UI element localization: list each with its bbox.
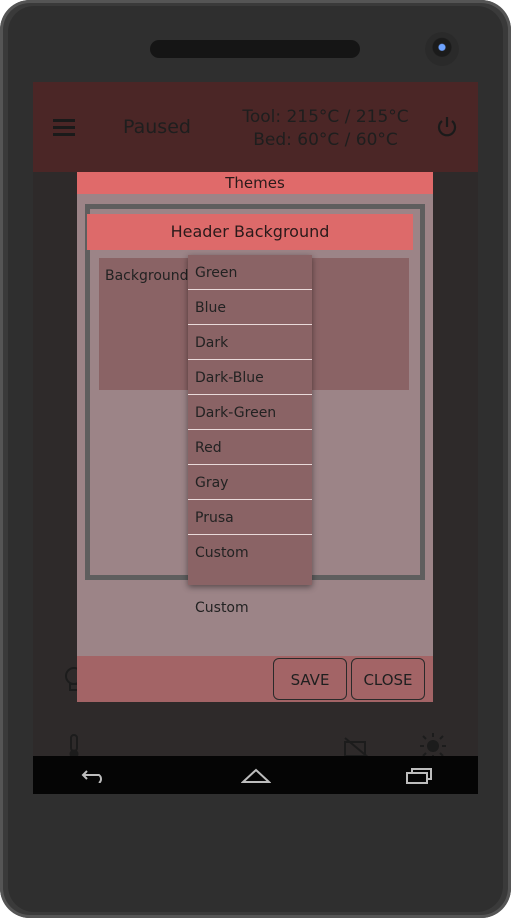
bed-temp: Bed: 60°C / 60°C bbox=[253, 130, 398, 150]
phone-frame: Paused Tool: 215°C / 215°C Bed: 60°C / 6… bbox=[0, 0, 511, 918]
dropdown-option[interactable]: Custom bbox=[188, 535, 312, 570]
dialog-title: Themes bbox=[77, 172, 433, 194]
dropdown-option[interactable]: Prusa bbox=[188, 500, 312, 535]
background-label: Background bbox=[105, 268, 189, 284]
tool-temp: Tool: 215°C / 215°C bbox=[242, 107, 409, 127]
dropdown-option[interactable]: Dark bbox=[188, 325, 312, 360]
dropdown-option[interactable]: Red bbox=[188, 430, 312, 465]
dropdown-option[interactable]: Dark-Blue bbox=[188, 360, 312, 395]
dropdown-option[interactable]: Gray bbox=[188, 465, 312, 500]
phone-speaker bbox=[150, 40, 360, 58]
printer-status: Paused bbox=[123, 116, 191, 138]
menu-icon[interactable] bbox=[53, 119, 75, 136]
app-header: Paused Tool: 215°C / 215°C Bed: 60°C / 6… bbox=[33, 82, 478, 172]
temperature-readout: Tool: 215°C / 215°C Bed: 60°C / 60°C bbox=[233, 106, 418, 152]
dropdown-option[interactable]: Blue bbox=[188, 290, 312, 325]
recent-apps-icon[interactable] bbox=[405, 768, 433, 784]
app-screen: Paused Tool: 215°C / 215°C Bed: 60°C / 6… bbox=[33, 82, 478, 794]
home-icon[interactable] bbox=[241, 768, 271, 784]
custom-row-label: Custom bbox=[195, 600, 249, 616]
header-background-section[interactable]: Header Background bbox=[87, 214, 413, 250]
camera-icon bbox=[425, 32, 459, 66]
dropdown-option[interactable]: Dark-Green bbox=[188, 395, 312, 430]
save-button[interactable]: SAVE bbox=[273, 658, 347, 700]
theme-dropdown-list: Green Blue Dark Dark-Blue Dark-Green Red… bbox=[188, 255, 312, 585]
dropdown-option[interactable]: Green bbox=[188, 255, 312, 290]
navigation-bar bbox=[33, 756, 478, 794]
power-icon[interactable] bbox=[436, 116, 458, 138]
back-icon[interactable] bbox=[81, 767, 107, 783]
close-button[interactable]: CLOSE bbox=[351, 658, 425, 700]
dialog-footer: SAVE CLOSE bbox=[77, 656, 433, 702]
